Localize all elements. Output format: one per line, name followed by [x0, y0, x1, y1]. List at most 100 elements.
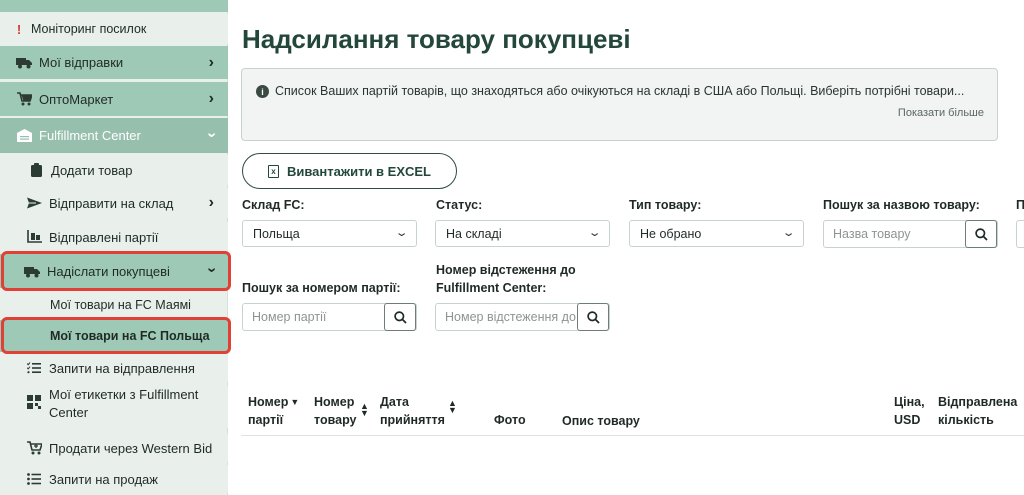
sort-both-icon: ▲ ▼ [448, 398, 457, 415]
col-qty-line1: Відправлена [938, 395, 1018, 409]
tracking-search-field [435, 303, 610, 331]
col-price-header: Ціна, USD [894, 393, 925, 429]
col-batch-header[interactable]: Номер ▼ партії [248, 393, 299, 429]
sidebar-item-label: Продати через Western Bid [49, 440, 213, 456]
warehouse-filter-label: Склад FC: [242, 198, 305, 212]
batch-search-button[interactable] [384, 303, 416, 331]
barcode-icon [26, 394, 42, 410]
sidebar-item-add-product[interactable]: Додати товар [0, 155, 228, 185]
search-icon [393, 310, 407, 324]
highlight-box [1, 251, 231, 291]
info-box: i Список Ваших партій товарів, що знаход… [241, 68, 998, 141]
warehouse-icon [16, 128, 32, 144]
page-title: Надсилання товару покупцеві [242, 24, 631, 54]
search-name-field [823, 220, 998, 248]
sidebar-item-send-warehouse[interactable]: Відправити на склад › [0, 188, 228, 218]
warehouse-select[interactable]: Польща ⌄ [242, 220, 417, 247]
chevron-down-icon: ⌄ [394, 227, 409, 239]
sidebar-item-partial[interactable] [0, 0, 228, 12]
list-check-icon [26, 360, 42, 376]
chevron-down-icon: ⌄ [587, 227, 602, 239]
tracking-label-line1: Номер відстеження до [436, 263, 576, 277]
tracking-label-line2: Fulfillment Center: [436, 281, 547, 295]
batch-search-field [242, 303, 417, 331]
type-select-value: Не обрано [640, 226, 702, 241]
warehouse-select-value: Польща [253, 226, 300, 241]
col-qty-header: Відправлена кількість [938, 393, 1017, 429]
tracking-search-label: Номер відстеження до Fulfillment Center: [436, 261, 576, 297]
col-price-line2: USD [894, 413, 921, 427]
search-name-input[interactable] [824, 221, 964, 247]
chevron-down-icon: ⌄ [781, 227, 796, 239]
sidebar-item-label: ОптоМаркет [39, 91, 114, 107]
sidebar-item-label: Відправлені партії [49, 229, 159, 245]
col-date-header[interactable]: Дата прийняття ▲ ▼ [380, 393, 457, 429]
sidebar-item-label: Відправити на склад [49, 195, 174, 211]
cart-icon [16, 91, 32, 107]
sidebar-item-label: Мої товари на FC Маямі [50, 298, 191, 312]
tracking-search-input[interactable] [436, 304, 576, 330]
col-batch-line2: партії [248, 413, 284, 427]
info-text: Список Ваших партій товарів, що знаходят… [275, 84, 965, 98]
search-icon [974, 227, 988, 241]
sidebar-item-sell-wb[interactable]: Продати через Western Bid [0, 434, 228, 462]
col-item-line1: Номер [314, 395, 355, 409]
sidebar-item-fulfillment[interactable]: Fulfillment Center › [0, 118, 228, 153]
cart-plus-icon [26, 440, 42, 456]
col-price-line1: Ціна, [894, 395, 925, 409]
sidebar-item-sale-requests[interactable]: Запити на продаж [0, 465, 228, 493]
sidebar-item-monitoring[interactable]: ! Моніторинг посилок [0, 14, 228, 44]
col-item-line2: товару [314, 413, 357, 427]
col-date-line1: Дата [380, 395, 409, 409]
sidebar-item-labels[interactable]: Мої етикетки з Fulfillment Center [0, 386, 228, 428]
list-icon [26, 471, 42, 487]
sidebar-item-optomarket[interactable]: ОптоМаркет › [0, 82, 228, 116]
chevron-right-icon: › [208, 53, 214, 71]
type-select[interactable]: Не обрано ⌄ [629, 220, 804, 247]
excel-file-icon: x [267, 164, 279, 178]
extra-filter-label: П [1016, 198, 1024, 212]
sort-desc-icon: ▼ [290, 397, 300, 408]
table-header-divider [241, 435, 1024, 436]
col-qty-line2: кількість [938, 413, 994, 427]
sidebar-item-label: Fulfillment Center [39, 128, 141, 143]
show-more-link[interactable]: Показати більше [898, 107, 984, 119]
sidebar: ! Моніторинг посилок Мої відправки › Опт… [0, 0, 231, 495]
chevron-right-icon: › [208, 90, 214, 107]
plane-icon [26, 195, 42, 211]
col-date-line2: прийняття [380, 413, 445, 427]
sidebar-item-label: Додати товар [51, 162, 133, 178]
info-icon: i [256, 85, 269, 98]
search-name-button[interactable] [965, 220, 997, 248]
sidebar-item-my-shipments[interactable]: Мої відправки › [0, 46, 228, 79]
sidebar-item-label: Запити на відправлення [49, 360, 195, 376]
sidebar-item-label: Мої етикетки з Fulfillment Center [49, 387, 199, 420]
export-excel-button[interactable]: x Вивантажити в EXCEL [242, 153, 457, 189]
col-desc-header: Опис товару [562, 414, 640, 428]
sidebar-item-label: Мої відправки [39, 55, 124, 70]
highlight-box [1, 317, 231, 354]
col-photo-header: Фото [494, 413, 526, 427]
col-batch-line1: Номер [248, 395, 289, 409]
col-item-header[interactable]: Номер товару ▲ ▼ [314, 393, 369, 429]
search-name-label: Пошук за назвою товару: [823, 198, 980, 212]
status-filter-label: Статус: [436, 198, 483, 212]
truck-icon [16, 55, 32, 71]
status-select[interactable]: На складі ⌄ [435, 220, 610, 247]
type-filter-label: Тип товару: [629, 198, 702, 212]
sidebar-item-sent-batches[interactable]: Відправлені партії [0, 222, 228, 252]
extra-filter-field[interactable] [1016, 220, 1024, 248]
export-excel-label: Вивантажити в EXCEL [286, 163, 431, 179]
search-icon [586, 310, 600, 324]
exclamation-icon: ! [16, 21, 22, 37]
clipboard-icon [28, 162, 44, 178]
sort-both-icon: ▲ ▼ [360, 401, 369, 418]
chevron-down-icon: › [203, 131, 221, 138]
batch-search-input[interactable] [243, 304, 383, 330]
dolly-icon [26, 229, 42, 245]
sidebar-item-fc-miami[interactable]: Мої товари на FC Маямі [0, 292, 228, 318]
tracking-search-button[interactable] [577, 303, 609, 331]
sidebar-item-requests-shipping[interactable]: Запити на відправлення [0, 354, 228, 382]
status-select-value: На складі [446, 226, 502, 241]
sidebar-item-label: Запити на продаж [49, 471, 158, 487]
